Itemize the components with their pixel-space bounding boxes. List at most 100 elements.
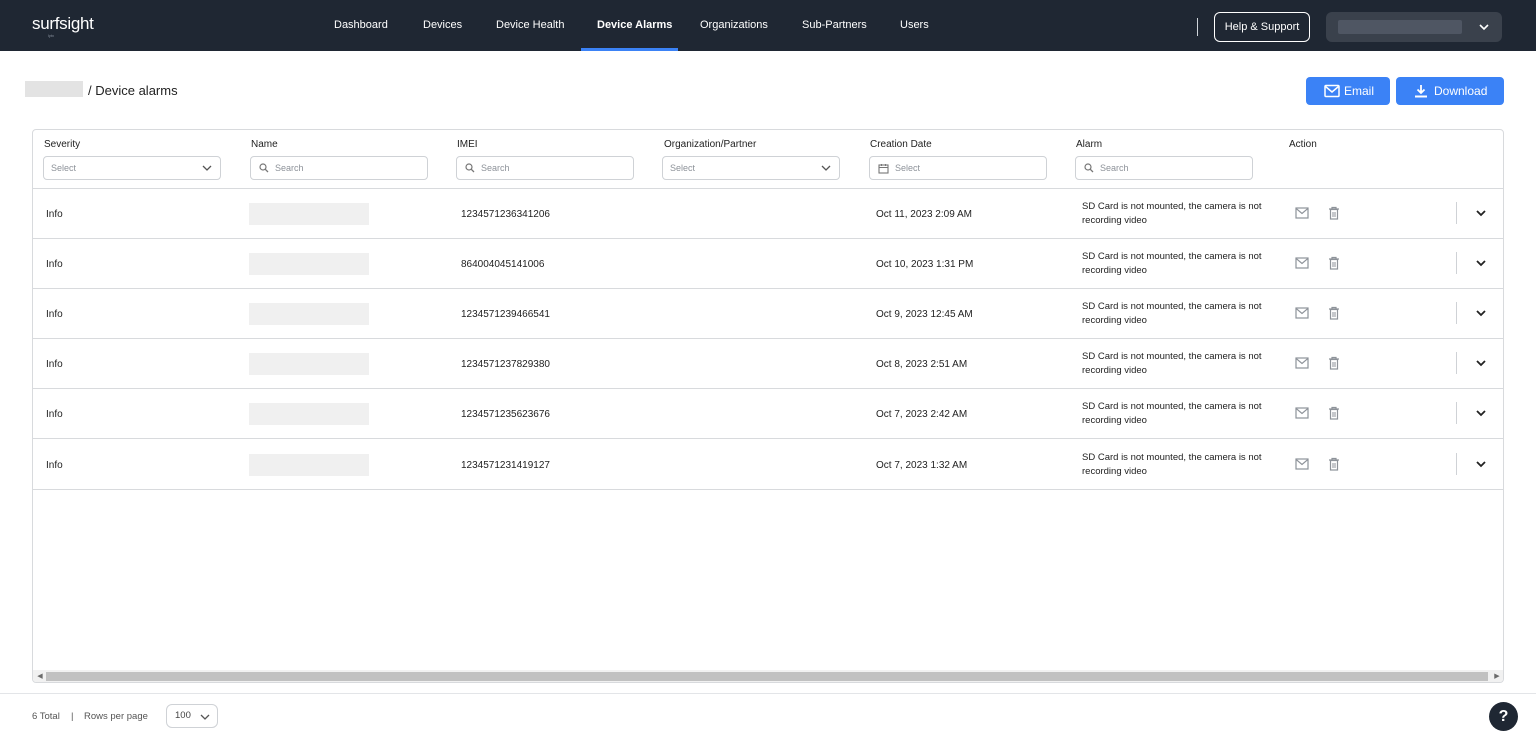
search-icon — [1084, 163, 1094, 173]
organization-filter-select[interactable]: Select — [662, 156, 840, 180]
scroll-right-arrow-icon[interactable]: ▶ — [1493, 673, 1501, 681]
nav-organizations[interactable]: Organizations — [700, 0, 768, 51]
chevron-down-icon[interactable] — [1475, 308, 1487, 318]
nav-device-alarms[interactable]: Device Alarms — [597, 0, 672, 51]
nav-devices[interactable]: Devices — [423, 0, 462, 51]
help-question-button[interactable]: ? — [1489, 702, 1518, 731]
active-tab-indicator — [581, 48, 678, 51]
horizontal-scrollbar[interactable]: ◀ ▶ — [33, 670, 1503, 682]
table-row[interactable]: Info 1234571239466541 Oct 9, 2023 12:45 … — [33, 289, 1503, 339]
trash-icon[interactable] — [1328, 406, 1340, 420]
column-header-name: Name — [251, 139, 278, 150]
alarm-search-placeholder: Search — [1100, 163, 1129, 173]
email-button-label: Email — [1344, 84, 1375, 98]
help-support-button[interactable]: Help & Support — [1214, 12, 1310, 42]
severity-cell: Info — [46, 460, 63, 471]
scroll-left-arrow-icon[interactable]: ◀ — [36, 673, 44, 681]
rows-per-page-label: Rows per page — [84, 711, 148, 722]
download-button[interactable]: Download — [1396, 77, 1504, 105]
name-cell-redacted — [249, 253, 369, 275]
calendar-icon — [878, 164, 889, 174]
chevron-down-icon[interactable] — [1475, 459, 1487, 469]
table-row[interactable]: Info 1234571235623676 Oct 7, 2023 2:42 A… — [33, 389, 1503, 439]
trash-icon[interactable] — [1328, 356, 1340, 370]
nav-dashboard[interactable]: Dashboard — [334, 0, 388, 51]
column-header-imei: IMEI — [457, 139, 478, 150]
trash-icon[interactable] — [1328, 306, 1340, 320]
surfsight-logo[interactable]: surfsight — [32, 14, 94, 34]
rows-per-page-value: 100 — [175, 710, 191, 721]
footer-separator: | — [71, 711, 74, 722]
imei-cell: 1234571239466541 — [461, 309, 550, 320]
organization-filter-placeholder: Select — [670, 163, 696, 173]
alarm-cell: SD Card is not mounted, the camera is no… — [1082, 351, 1262, 376]
mail-icon — [1324, 84, 1340, 98]
severity-cell: Info — [46, 259, 63, 270]
top-nav-bar: surfsight lytx Dashboard Devices Device … — [0, 0, 1536, 51]
chevron-down-icon[interactable] — [1475, 208, 1487, 218]
column-header-severity: Severity — [44, 139, 81, 150]
alarm-cell: SD Card is not mounted, the camera is no… — [1082, 201, 1262, 226]
nav-users[interactable]: Users — [900, 0, 929, 51]
row-action-divider — [1456, 202, 1457, 224]
trash-icon[interactable] — [1328, 457, 1340, 471]
imei-cell: 1234571231419127 — [461, 460, 550, 471]
severity-cell: Info — [46, 209, 63, 220]
row-action-divider — [1456, 402, 1457, 424]
column-header-alarm: Alarm — [1076, 139, 1103, 150]
email-button[interactable]: Email — [1306, 77, 1390, 105]
creation-date-cell: Oct 7, 2023 2:42 AM — [876, 409, 968, 420]
imei-cell: 1234571235623676 — [461, 409, 550, 420]
imei-search-input[interactable]: Search — [456, 156, 634, 180]
rows-per-page-select[interactable]: 100 — [166, 704, 218, 728]
mail-icon[interactable] — [1295, 357, 1309, 369]
nav-divider — [1197, 18, 1198, 36]
name-search-placeholder: Search — [275, 163, 304, 173]
table-row[interactable]: Info 1234571236341206 Oct 11, 2023 2:09 … — [33, 189, 1503, 239]
download-icon — [1415, 85, 1427, 98]
chevron-down-icon[interactable] — [1475, 258, 1487, 268]
creation-date-cell: Oct 8, 2023 2:51 AM — [876, 359, 968, 370]
column-header-creation-date: Creation Date — [870, 139, 932, 150]
creation-date-cell: Oct 11, 2023 2:09 AM — [876, 209, 972, 220]
trash-icon[interactable] — [1328, 256, 1340, 270]
account-name-redacted — [1338, 20, 1462, 34]
alarm-cell: SD Card is not mounted, the camera is no… — [1082, 301, 1262, 326]
chevron-down-icon — [1479, 24, 1489, 31]
severity-filter-placeholder: Select — [51, 163, 77, 173]
mail-icon[interactable] — [1295, 257, 1309, 269]
chevron-down-icon[interactable] — [1475, 408, 1487, 418]
scrollbar-thumb[interactable] — [46, 672, 1488, 681]
alarm-cell: SD Card is not mounted, the camera is no… — [1082, 452, 1262, 477]
nav-sub-partners[interactable]: Sub-Partners — [802, 0, 867, 51]
search-icon — [259, 163, 269, 173]
table-row[interactable]: Info 864004045141006 Oct 10, 2023 1:31 P… — [33, 239, 1503, 289]
column-header-organization: Organization/Partner — [664, 139, 757, 150]
search-icon — [465, 163, 475, 173]
nav-device-health[interactable]: Device Health — [496, 0, 564, 51]
chevron-down-icon — [200, 714, 210, 720]
chevron-down-icon — [202, 165, 212, 171]
table-row[interactable]: Info 1234571231419127 Oct 7, 2023 1:32 A… — [33, 440, 1503, 490]
name-cell-redacted — [249, 353, 369, 375]
name-cell-redacted — [249, 454, 369, 476]
footer-divider — [0, 693, 1536, 694]
chevron-down-icon[interactable] — [1475, 358, 1487, 368]
mail-icon[interactable] — [1295, 407, 1309, 419]
severity-filter-select[interactable]: Select — [43, 156, 221, 180]
creation-date-picker[interactable]: Select — [869, 156, 1047, 180]
creation-date-cell: Oct 7, 2023 1:32 AM — [876, 460, 968, 471]
logo-subtext: lytx — [48, 33, 54, 38]
table-row[interactable]: Info 1234571237829380 Oct 8, 2023 2:51 A… — [33, 339, 1503, 389]
breadcrumb-parent-redacted[interactable] — [25, 81, 83, 97]
name-cell-redacted — [249, 203, 369, 225]
account-menu[interactable] — [1326, 12, 1502, 42]
alarm-search-input[interactable]: Search — [1075, 156, 1253, 180]
mail-icon[interactable] — [1295, 207, 1309, 219]
mail-icon[interactable] — [1295, 307, 1309, 319]
chevron-down-icon — [821, 165, 831, 171]
mail-icon[interactable] — [1295, 458, 1309, 470]
trash-icon[interactable] — [1328, 206, 1340, 220]
name-search-input[interactable]: Search — [250, 156, 428, 180]
alarm-cell: SD Card is not mounted, the camera is no… — [1082, 401, 1262, 426]
